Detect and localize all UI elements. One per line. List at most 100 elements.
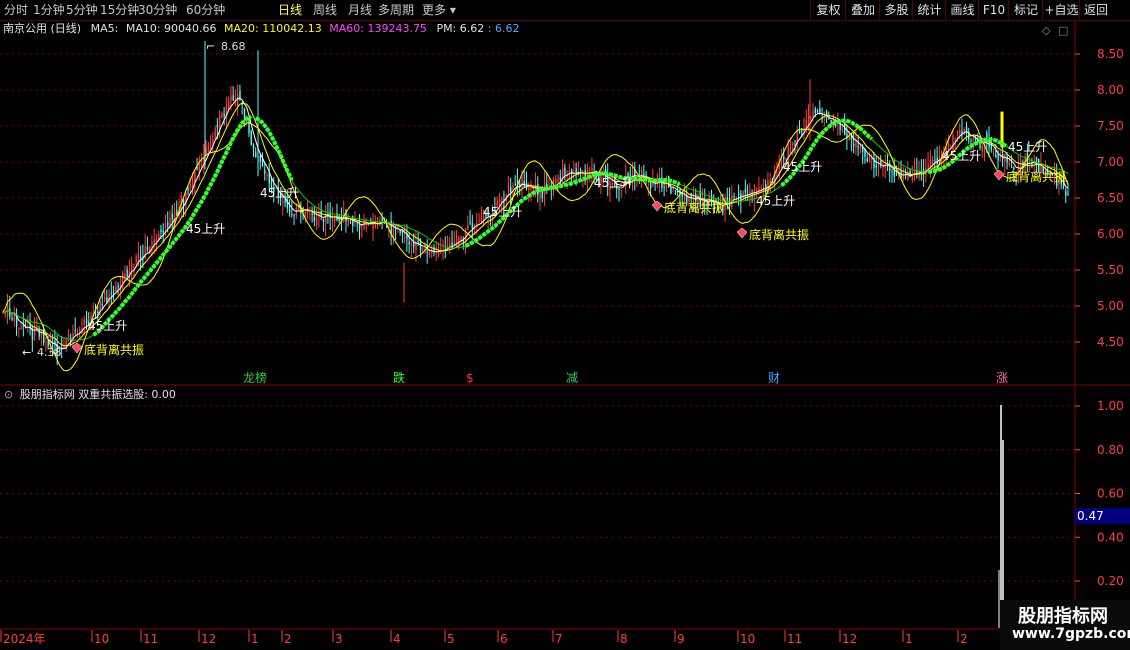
candle-body bbox=[728, 197, 731, 207]
candle-body bbox=[203, 156, 205, 163]
candle-body bbox=[503, 199, 505, 201]
candle-body bbox=[762, 187, 765, 192]
candle-body bbox=[492, 208, 494, 218]
candle-body bbox=[525, 182, 528, 189]
sub-tick-label: 0.40 bbox=[1097, 530, 1124, 544]
candle-body bbox=[943, 153, 945, 155]
candle-body bbox=[789, 148, 792, 152]
toolbar-button-1[interactable]: 叠加 bbox=[845, 0, 880, 20]
candle-body bbox=[56, 344, 58, 354]
candle-body bbox=[963, 129, 966, 135]
candle-body bbox=[209, 143, 212, 146]
date-label: 2 bbox=[284, 632, 292, 646]
period-tab-4[interactable]: 30分钟 bbox=[138, 2, 177, 18]
candle-body bbox=[801, 129, 803, 132]
period-tab-0[interactable]: 分时 bbox=[4, 2, 28, 18]
candle-body bbox=[259, 155, 262, 162]
period-tab-3[interactable]: 15分钟 bbox=[100, 2, 139, 18]
period-tab-10[interactable]: 更多 ▾ bbox=[422, 2, 456, 18]
candle-body bbox=[119, 284, 122, 291]
candle-body bbox=[1062, 183, 1065, 187]
candle-body bbox=[550, 186, 553, 189]
candle-body bbox=[112, 290, 115, 292]
candle-body bbox=[176, 210, 178, 215]
price-tick-label: 8.00 bbox=[1097, 83, 1124, 97]
candle-body bbox=[38, 328, 40, 337]
candle-body bbox=[853, 143, 855, 146]
candle-body bbox=[422, 248, 424, 250]
candle-body bbox=[609, 181, 611, 190]
candle-body bbox=[521, 177, 523, 189]
candle-body bbox=[413, 241, 415, 247]
candle-body bbox=[665, 180, 668, 191]
candle-body bbox=[167, 222, 169, 226]
date-label: 3 bbox=[335, 632, 343, 646]
period-tab-8[interactable]: 月线 bbox=[348, 2, 372, 18]
toolbar-button-4[interactable]: 画线 bbox=[945, 0, 979, 20]
toolbar-button-0[interactable]: 复权 bbox=[810, 0, 846, 20]
candle-body bbox=[219, 115, 221, 131]
candle-body bbox=[462, 239, 465, 242]
toolbar-button-2[interactable]: 多股 bbox=[879, 0, 913, 20]
event-marker: 减 bbox=[566, 371, 578, 385]
candle-body bbox=[798, 130, 801, 133]
candle-body bbox=[602, 172, 604, 176]
candle-body bbox=[43, 329, 45, 343]
toolbar-button-6[interactable]: 标记 bbox=[1008, 0, 1043, 20]
toolbar-button-5[interactable]: F10 bbox=[978, 0, 1009, 20]
candle-body bbox=[1047, 170, 1049, 175]
candle-body bbox=[561, 168, 564, 177]
candle-body bbox=[731, 195, 733, 207]
trend-segment bbox=[780, 118, 874, 187]
candle-body bbox=[345, 211, 347, 222]
candle-body bbox=[63, 344, 65, 349]
candle-body bbox=[31, 327, 34, 340]
candle-body bbox=[832, 117, 835, 128]
period-tab-7[interactable]: 周线 bbox=[313, 2, 337, 18]
candle-body bbox=[683, 194, 686, 201]
candle-body bbox=[58, 351, 61, 356]
candle-body bbox=[968, 131, 970, 140]
period-tab-2[interactable]: 5分钟 bbox=[66, 2, 98, 18]
candle-body bbox=[74, 329, 77, 331]
candle-body bbox=[1042, 166, 1044, 174]
candle-body bbox=[787, 147, 790, 157]
candle-body bbox=[370, 222, 372, 225]
candle-body bbox=[724, 196, 726, 211]
candle-body bbox=[90, 315, 92, 327]
candle-body bbox=[442, 249, 444, 251]
rise-signal-label: 45上升 bbox=[483, 205, 522, 219]
candle-body bbox=[246, 119, 248, 123]
candle-body bbox=[620, 186, 623, 188]
candle-body bbox=[514, 183, 516, 185]
candle-body bbox=[489, 216, 492, 219]
indicator-toggle-icon[interactable]: ⊙ bbox=[4, 388, 13, 401]
period-tab-9[interactable]: 多周期 bbox=[378, 2, 414, 18]
candle-body bbox=[1008, 162, 1011, 165]
period-tab-1[interactable]: 1分钟 bbox=[33, 2, 65, 18]
candle-body bbox=[395, 227, 397, 230]
candle-body bbox=[349, 219, 352, 221]
candle-body bbox=[27, 326, 29, 328]
date-label: 11 bbox=[143, 632, 158, 646]
candle-body bbox=[868, 156, 871, 163]
period-tab-6[interactable]: 日线 bbox=[278, 2, 302, 18]
period-tab-5[interactable]: 60分钟 bbox=[186, 2, 225, 18]
toolbar-button-3[interactable]: 统计 bbox=[912, 0, 946, 20]
candle-body bbox=[250, 131, 252, 146]
stock-title[interactable]: 南京公用 (日线) bbox=[3, 22, 81, 35]
toolbar-button-8[interactable]: 返回 bbox=[1079, 0, 1112, 20]
candle-body bbox=[483, 216, 485, 219]
rise-signal-label: 45上升 bbox=[1008, 140, 1047, 154]
candle-body bbox=[855, 142, 857, 148]
candle-body bbox=[564, 167, 566, 175]
candle-body bbox=[426, 251, 428, 253]
toolbar-button-7[interactable]: +自选 bbox=[1042, 0, 1080, 20]
candle-body bbox=[446, 244, 449, 248]
gem-icon bbox=[736, 227, 748, 239]
date-label: 7 bbox=[555, 632, 563, 646]
candle-body bbox=[49, 344, 52, 346]
candle-body bbox=[884, 165, 887, 168]
candle-body bbox=[679, 188, 681, 194]
candle-body bbox=[106, 297, 108, 301]
